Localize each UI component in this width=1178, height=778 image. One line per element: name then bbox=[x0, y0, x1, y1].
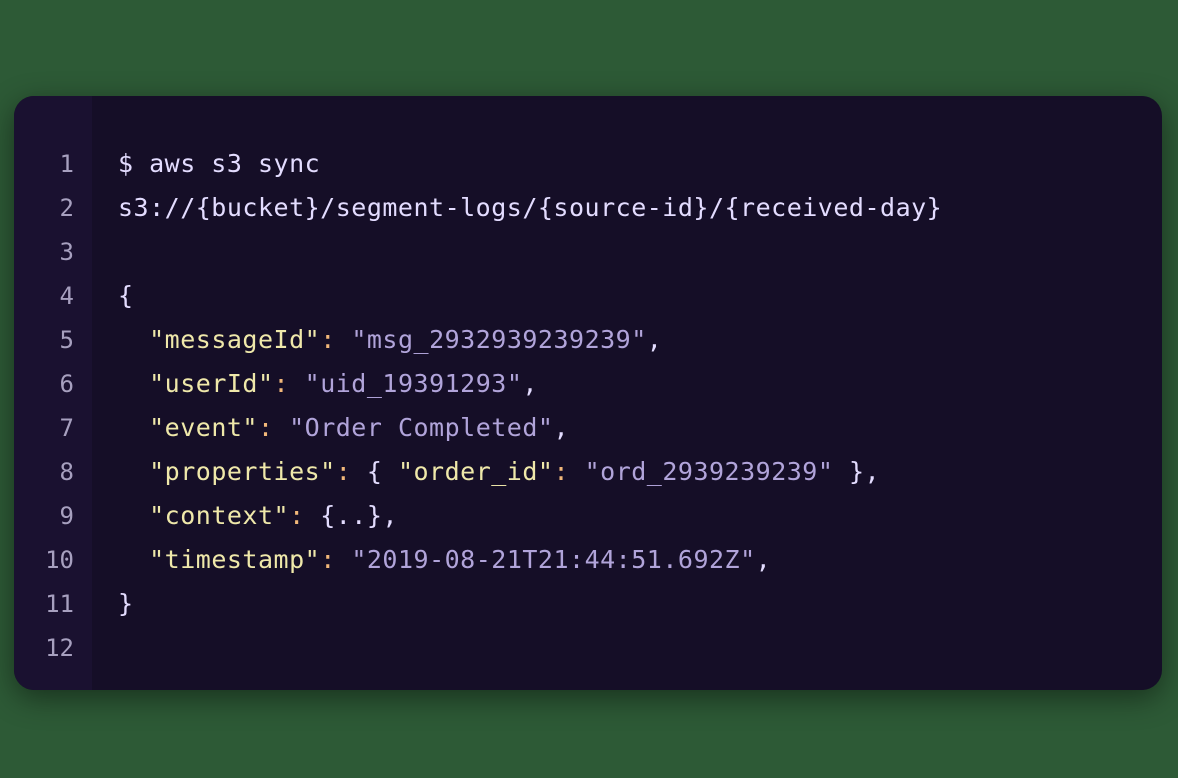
token-punc: }, bbox=[367, 501, 398, 530]
code-editor-frame: 1 $ aws s3 sync 2 s3://{bucket}/segment-log… bbox=[14, 96, 1162, 690]
token-key: "userId" bbox=[149, 369, 273, 398]
token-punc bbox=[289, 369, 305, 398]
line-number: 5 bbox=[14, 318, 92, 362]
token-orange: : bbox=[320, 325, 336, 354]
token-orange: : bbox=[258, 413, 274, 442]
code-text[interactable]: "context": {..}, bbox=[92, 494, 398, 538]
code-line[interactable]: 7 "event": "Order Completed", bbox=[14, 406, 1162, 450]
code-content[interactable]: 1 $ aws s3 sync 2 s3://{bucket}/segment-log… bbox=[14, 96, 1162, 670]
code-line[interactable]: 10 "timestamp": "2019-08-21T21:44:51.692… bbox=[14, 538, 1162, 582]
token-key: "messageId" bbox=[149, 325, 320, 354]
code-text[interactable]: "event": "Order Completed", bbox=[92, 406, 569, 450]
code-line[interactable]: 5 "messageId": "msg_2932939239239", bbox=[14, 318, 1162, 362]
token-punc bbox=[336, 545, 352, 574]
code-text[interactable]: } bbox=[92, 582, 134, 626]
line-number: 7 bbox=[14, 406, 92, 450]
token-val: "2019-08-21T21:44:51.692Z" bbox=[351, 545, 755, 574]
code-text[interactable]: "timestamp": "2019-08-21T21:44:51.692Z", bbox=[92, 538, 771, 582]
token-punc: , bbox=[647, 325, 663, 354]
token-punc bbox=[118, 325, 149, 354]
token-orange: : bbox=[336, 457, 352, 486]
token-val: "Order Completed" bbox=[289, 413, 553, 442]
token-key: "order_id" bbox=[398, 457, 554, 486]
token-plain: $ aws s3 sync bbox=[118, 149, 320, 178]
code-line[interactable]: 8 "properties": { "order_id": "ord_29392… bbox=[14, 450, 1162, 494]
token-punc bbox=[118, 457, 149, 486]
token-punc: { bbox=[351, 457, 398, 486]
line-number: 12 bbox=[14, 626, 92, 670]
token-punc bbox=[118, 501, 149, 530]
token-orange: : bbox=[320, 545, 336, 574]
code-line[interactable]: 1 $ aws s3 sync bbox=[14, 142, 1162, 186]
token-key: "timestamp" bbox=[149, 545, 320, 574]
token-val: "uid_19391293" bbox=[305, 369, 523, 398]
code-line[interactable]: 3 bbox=[14, 230, 1162, 274]
token-punc: { bbox=[118, 281, 134, 310]
token-punc: , bbox=[756, 545, 772, 574]
token-orange: : bbox=[289, 501, 305, 530]
token-punc: }, bbox=[833, 457, 880, 486]
code-line[interactable]: 11} bbox=[14, 582, 1162, 626]
line-number: 4 bbox=[14, 274, 92, 318]
code-text[interactable]: "userId": "uid_19391293", bbox=[92, 362, 538, 406]
line-number: 6 bbox=[14, 362, 92, 406]
token-punc bbox=[118, 369, 149, 398]
code-line[interactable]: 2 s3://{bucket}/segment-logs/{source-id}/… bbox=[14, 186, 1162, 230]
token-punc bbox=[118, 545, 149, 574]
token-punc bbox=[569, 457, 585, 486]
line-number: 1 bbox=[14, 142, 92, 186]
line-number: 11 bbox=[14, 582, 92, 626]
token-punc: , bbox=[553, 413, 569, 442]
token-dots: .. bbox=[336, 501, 367, 530]
token-key: "properties" bbox=[149, 457, 336, 486]
token-val: "msg_2932939239239" bbox=[351, 325, 646, 354]
code-line[interactable]: 4{ bbox=[14, 274, 1162, 318]
token-key: "context" bbox=[149, 501, 289, 530]
code-line[interactable]: 9 "context": {..}, bbox=[14, 494, 1162, 538]
line-number: 9 bbox=[14, 494, 92, 538]
token-orange: : bbox=[274, 369, 290, 398]
line-number: 8 bbox=[14, 450, 92, 494]
code-text[interactable]: { bbox=[92, 274, 134, 318]
line-number: 2 bbox=[14, 186, 92, 230]
token-punc bbox=[336, 325, 352, 354]
token-plain: s3://{bucket}/segment-logs/{source-id}/{… bbox=[118, 193, 942, 222]
code-line[interactable]: 12 bbox=[14, 626, 1162, 670]
code-text[interactable]: "properties": { "order_id": "ord_2939239… bbox=[92, 450, 880, 494]
token-punc: , bbox=[522, 369, 538, 398]
token-punc: { bbox=[305, 501, 336, 530]
line-number: 3 bbox=[14, 230, 92, 274]
code-line[interactable]: 6 "userId": "uid_19391293", bbox=[14, 362, 1162, 406]
token-val: "ord_2939239239" bbox=[585, 457, 834, 486]
code-text[interactable]: $ aws s3 sync bbox=[92, 142, 320, 186]
token-punc: } bbox=[118, 589, 134, 618]
token-punc bbox=[118, 413, 149, 442]
code-text[interactable]: "messageId": "msg_2932939239239", bbox=[92, 318, 662, 362]
token-punc bbox=[274, 413, 290, 442]
code-text[interactable]: s3://{bucket}/segment-logs/{source-id}/{… bbox=[92, 186, 942, 230]
token-orange: : bbox=[553, 457, 569, 486]
token-key: "event" bbox=[149, 413, 258, 442]
line-number: 10 bbox=[14, 538, 92, 582]
